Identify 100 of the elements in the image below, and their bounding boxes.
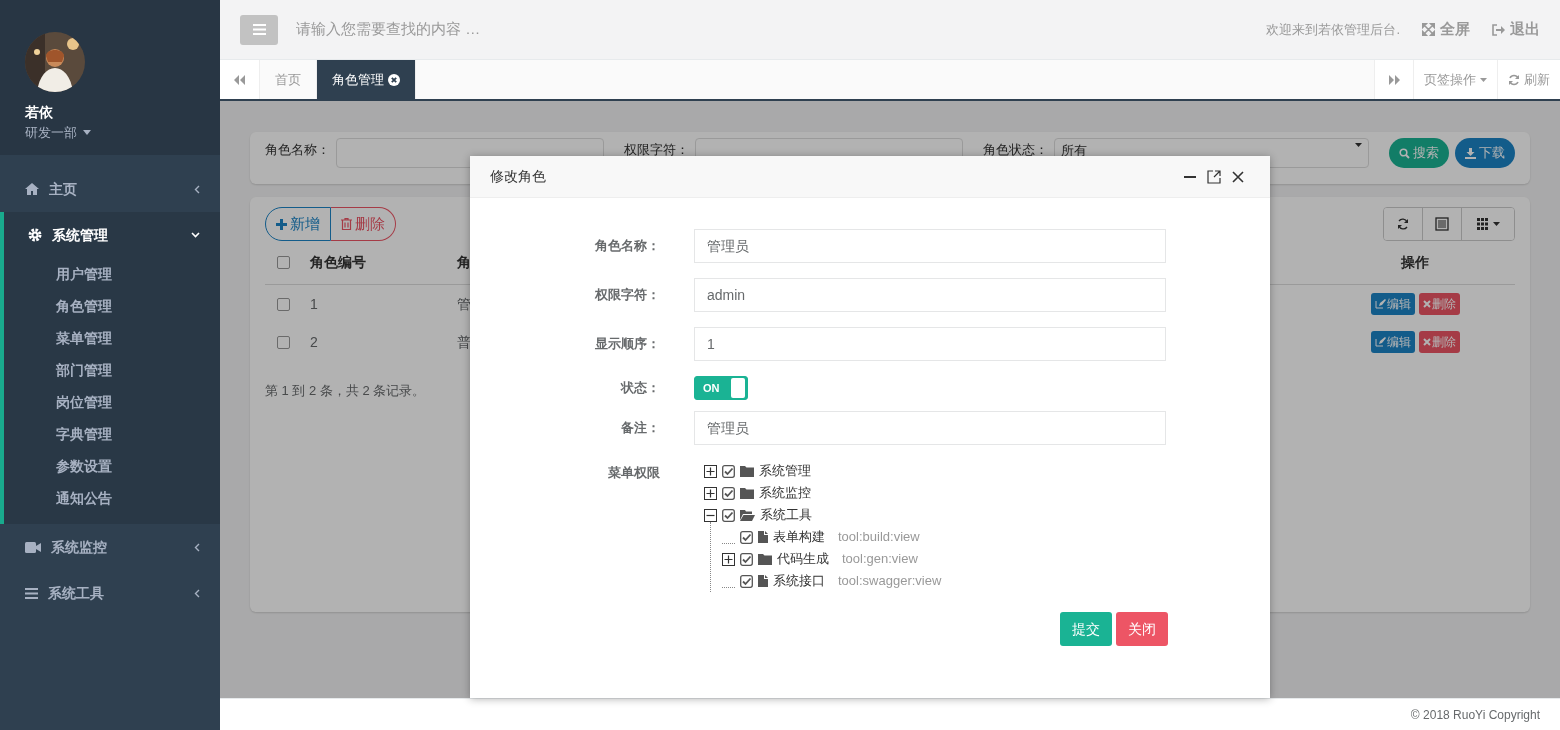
collapse-icon[interactable] bbox=[704, 508, 717, 522]
permission-code: tool:gen:view bbox=[842, 550, 918, 569]
add-button[interactable]: 新增 bbox=[265, 207, 331, 241]
column-header: 操作 bbox=[1401, 253, 1429, 272]
user-name: 若依 bbox=[25, 103, 53, 122]
double-left-icon bbox=[234, 74, 245, 85]
refresh-button[interactable]: 刷新 bbox=[1498, 60, 1560, 99]
maximize-icon bbox=[1207, 169, 1221, 184]
gear-icon bbox=[28, 228, 42, 242]
search-field[interactable]: 请输入您需要查找的内容 … bbox=[294, 17, 694, 42]
sidebar-item[interactable]: 系统工具 bbox=[0, 570, 220, 616]
submenu-item[interactable]: 用户管理 bbox=[4, 258, 220, 290]
expand-icon[interactable] bbox=[704, 464, 717, 478]
checkbox[interactable] bbox=[740, 552, 753, 566]
tree-node-label[interactable]: 系统工具 bbox=[760, 505, 812, 525]
table-cell-text: 1 bbox=[310, 294, 318, 314]
table-cell-text: 普 bbox=[457, 332, 471, 352]
tree-node-label[interactable]: 代码生成 bbox=[777, 549, 829, 569]
field-label: 权限字符： bbox=[595, 286, 660, 305]
checkbox[interactable] bbox=[740, 530, 753, 544]
caret-down-icon bbox=[1355, 143, 1362, 147]
menu-icon bbox=[252, 24, 266, 35]
caret-down-icon bbox=[1480, 77, 1487, 82]
refresh-button[interactable] bbox=[1384, 208, 1423, 240]
file-icon bbox=[758, 531, 768, 543]
expand-icon[interactable] bbox=[704, 486, 717, 500]
checkbox[interactable] bbox=[722, 508, 735, 522]
close-icon[interactable] bbox=[388, 73, 400, 86]
row-checkbox[interactable] bbox=[277, 297, 290, 311]
scroll-left-button[interactable] bbox=[220, 60, 260, 99]
tree-node-label[interactable]: 系统接口 bbox=[773, 571, 825, 591]
table-cell-text: 2 bbox=[310, 332, 318, 352]
filter-label: 角色名称： bbox=[265, 142, 330, 157]
file-icon bbox=[758, 575, 768, 587]
field-label: 角色名称： bbox=[595, 237, 660, 256]
sidebar-item[interactable]: 系统监控 bbox=[0, 524, 220, 570]
sign-out-icon bbox=[1492, 23, 1505, 36]
close-icon bbox=[1422, 300, 1431, 308]
submenu-item[interactable]: 参数设置 bbox=[4, 450, 220, 482]
input-field[interactable]: 1 bbox=[694, 327, 1166, 361]
expand-icon[interactable] bbox=[722, 552, 735, 566]
select-all-checkbox[interactable] bbox=[277, 256, 290, 269]
search-icon bbox=[1399, 147, 1410, 159]
input-field[interactable]: 管理员 bbox=[694, 229, 1166, 263]
checkbox[interactable] bbox=[722, 464, 735, 478]
sidebar-item[interactable]: 系统管理 bbox=[4, 212, 220, 258]
folder-icon bbox=[758, 553, 772, 565]
minus-icon bbox=[1184, 175, 1196, 178]
submenu-item[interactable]: 部门管理 bbox=[4, 354, 220, 386]
caret-down-icon bbox=[83, 130, 91, 136]
close-icon bbox=[1422, 338, 1431, 346]
scroll-right-button[interactable] bbox=[1374, 60, 1414, 99]
submenu-item[interactable]: 字典管理 bbox=[4, 418, 220, 450]
delete-button[interactable]: 删除 bbox=[331, 207, 396, 241]
folder-icon bbox=[740, 487, 754, 499]
caret-down-icon bbox=[1492, 222, 1500, 226]
welcome-text: 欢迎来到若依管理后台. bbox=[1266, 20, 1400, 39]
checkbox[interactable] bbox=[740, 574, 753, 588]
grid-icon bbox=[1476, 218, 1488, 230]
permission-code: tool:swagger:view bbox=[838, 572, 942, 591]
tree-node-label[interactable]: 系统管理 bbox=[759, 461, 811, 481]
permission-code: tool:build:view bbox=[838, 528, 920, 547]
tab[interactable]: 角色管理 bbox=[317, 60, 416, 99]
page-actions-dropdown[interactable]: 页签操作 bbox=[1414, 60, 1498, 99]
column-header: 角色编号 bbox=[310, 253, 366, 272]
edit-icon bbox=[1374, 299, 1386, 309]
delete-button[interactable]: 删除 bbox=[1418, 331, 1460, 353]
pagination-summary: 第 1 到 2 条，共 2 条记录。 bbox=[265, 383, 426, 398]
edit-button[interactable]: 编辑 bbox=[1370, 293, 1415, 315]
download-icon bbox=[1465, 147, 1476, 159]
checkbox[interactable] bbox=[722, 486, 735, 500]
submenu-item[interactable]: 通知公告 bbox=[4, 482, 220, 514]
input-field[interactable]: admin bbox=[694, 278, 1166, 312]
submenu-item[interactable]: 角色管理 bbox=[4, 290, 220, 322]
menu-toggle-button[interactable] bbox=[240, 14, 278, 45]
close-button[interactable]: 关闭 bbox=[1116, 612, 1168, 646]
video-camera-icon bbox=[25, 541, 41, 553]
home-icon bbox=[25, 183, 39, 195]
submenu-item[interactable]: 岗位管理 bbox=[4, 386, 220, 418]
tree-node-label[interactable]: 表单构建 bbox=[773, 527, 825, 547]
download-button[interactable]: 下载 bbox=[1455, 138, 1515, 168]
row-checkbox[interactable] bbox=[277, 335, 290, 349]
expand-arrows-icon bbox=[1422, 23, 1435, 36]
filter-label: 权限字符： bbox=[623, 142, 689, 157]
field-label: 菜单权限 bbox=[608, 464, 660, 482]
user-department[interactable]: 研发一部 bbox=[25, 123, 77, 143]
copyright-text: © 2018 RuoYi Copyright bbox=[1410, 706, 1540, 724]
filter-label: 角色状态： bbox=[982, 142, 1048, 157]
edit-icon bbox=[1374, 337, 1386, 347]
tree-node-label[interactable]: 系统监控 bbox=[759, 483, 811, 503]
field-label: 显示顺序： bbox=[595, 335, 660, 354]
open-folder-icon bbox=[740, 509, 755, 521]
sidebar-item[interactable]: 主页 bbox=[0, 166, 220, 212]
double-right-icon bbox=[1388, 74, 1400, 85]
input-field[interactable]: 管理员 bbox=[694, 411, 1166, 445]
delete-button[interactable]: 删除 bbox=[1418, 293, 1460, 315]
submenu-item[interactable]: 菜单管理 bbox=[4, 322, 220, 354]
menu-icon bbox=[25, 587, 38, 599]
edit-button[interactable]: 编辑 bbox=[1370, 331, 1415, 353]
plus-icon bbox=[276, 218, 287, 230]
